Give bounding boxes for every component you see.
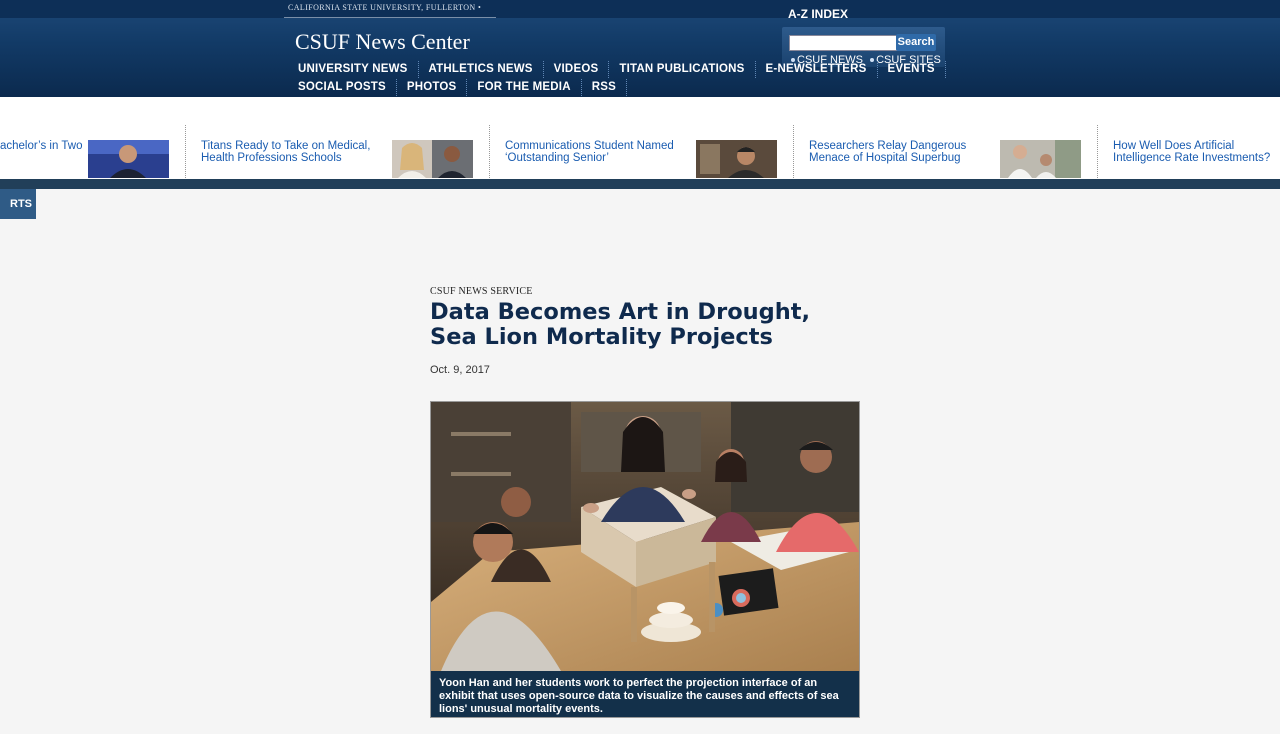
photo-caption: Yoon Han and her students work to perfec… — [431, 671, 859, 717]
nav-university-news[interactable]: UNIVERSITY NEWS — [288, 61, 419, 78]
search-button[interactable]: Search — [896, 34, 936, 51]
story-divider — [793, 125, 794, 178]
article-kicker: CSUF NEWS SERVICE — [430, 286, 533, 297]
nav-e-newsletters[interactable]: E-NEWSLETTERS — [756, 61, 878, 78]
sports-tab[interactable]: RTS — [0, 189, 36, 219]
az-index-link[interactable]: A-Z INDEX — [788, 7, 848, 21]
site-header: CALIFORNIA STATE UNIVERSITY, FULLERTON •… — [0, 0, 1280, 97]
section-divider-bar — [0, 179, 1280, 189]
story-thumbnail[interactable] — [392, 140, 473, 178]
story-item[interactable]: How Well Does Artificial Intelligence Ra… — [1113, 125, 1280, 178]
story-item[interactable]: Titans Ready to Take on Medical, Health … — [201, 125, 473, 178]
related-stories-strip: achelor’s in Two Titans Ready to Take on… — [0, 97, 1280, 179]
story-divider — [489, 125, 490, 178]
university-name[interactable]: CALIFORNIA STATE UNIVERSITY, FULLERTON • — [284, 0, 496, 18]
story-item[interactable]: Communications Student Named ‘Outstandin… — [505, 125, 777, 178]
story-divider — [185, 125, 186, 178]
story-link[interactable]: achelor’s in Two — [0, 140, 82, 152]
nav-social-posts[interactable]: SOCIAL POSTS — [288, 79, 397, 96]
article-headline: Data Becomes Art in Drought, Sea Lion Mo… — [430, 299, 811, 350]
story-link[interactable]: How Well Does Artificial Intelligence Ra… — [1113, 140, 1280, 164]
search-input[interactable] — [789, 35, 901, 51]
story-item[interactable]: achelor’s in Two — [0, 125, 170, 178]
top-bar — [0, 0, 1280, 18]
nav-events[interactable]: EVENTS — [878, 61, 946, 78]
story-thumbnail[interactable] — [88, 140, 169, 178]
main-nav-row-1: UNIVERSITY NEWS ATHLETICS NEWS VIDEOS TITAN… — [288, 61, 1008, 78]
nav-for-the-media[interactable]: FOR THE MEDIA — [467, 79, 582, 96]
nav-videos[interactable]: VIDEOS — [544, 61, 610, 78]
nav-rss[interactable]: RSS — [582, 79, 627, 96]
story-link[interactable]: Communications Student Named ‘Outstandin… — [505, 140, 690, 164]
article-photo[interactable] — [431, 402, 859, 671]
article-figure: Yoon Han and her students work to perfec… — [430, 401, 860, 718]
nav-athletics-news[interactable]: ATHLETICS NEWS — [419, 61, 544, 78]
story-thumbnail[interactable] — [1000, 140, 1081, 178]
nav-titan-publications[interactable]: TITAN PUBLICATIONS — [609, 61, 756, 78]
article-date: Oct. 9, 2017 — [430, 364, 490, 376]
story-item[interactable]: Researchers Relay Dangerous Menace of Ho… — [809, 125, 1081, 178]
story-link[interactable]: Titans Ready to Take on Medical, Health … — [201, 140, 386, 164]
main-nav-row-2: SOCIAL POSTS PHOTOS FOR THE MEDIA RSS — [288, 79, 1008, 96]
story-link[interactable]: Researchers Relay Dangerous Menace of Ho… — [809, 140, 994, 164]
story-divider — [1097, 125, 1098, 178]
site-title[interactable]: CSUF News Center — [295, 29, 470, 55]
nav-photos[interactable]: PHOTOS — [397, 79, 468, 96]
story-thumbnail[interactable] — [696, 140, 777, 178]
